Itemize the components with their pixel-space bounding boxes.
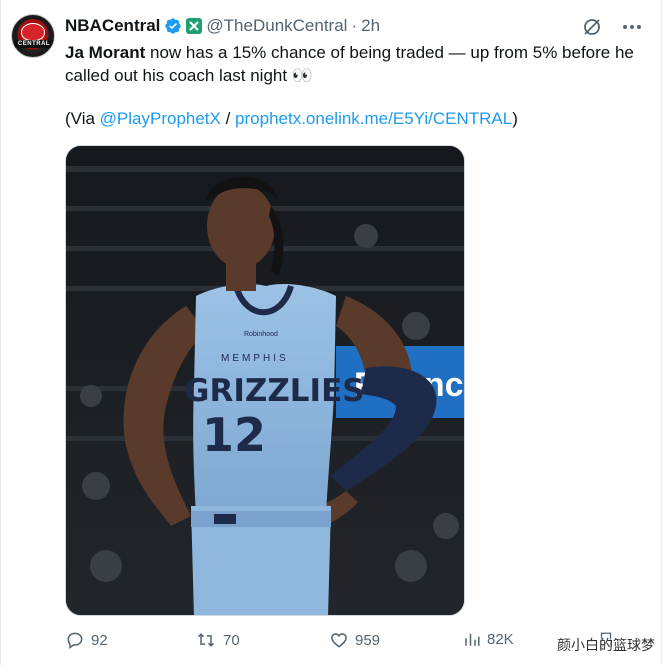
tweet-photo[interactable]: Finance MEMPHIS GRIZZLIES 12 Robinhood (65, 145, 465, 616)
like-button[interactable]: 959 (329, 630, 380, 650)
separator-dot: · (351, 16, 358, 35)
via-suffix: ) (512, 109, 518, 128)
views-chart-icon (465, 633, 480, 646)
repost-count: 70 (223, 631, 240, 649)
verified-badge-icon (165, 18, 182, 34)
jersey-sponsor-text: Robinhood (244, 331, 278, 338)
affiliate-badge-icon[interactable] (186, 18, 203, 34)
jersey-team-text: GRIZZLIES (184, 373, 365, 409)
via-prefix: (Via (65, 109, 100, 128)
post-time[interactable]: 2h (361, 16, 380, 36)
reply-button[interactable]: 92 (65, 630, 108, 650)
display-name[interactable]: NBACentral (65, 16, 160, 36)
account-handle[interactable]: @TheDunkCentral (206, 16, 347, 36)
tweet-top-actions (581, 16, 643, 38)
views-button[interactable]: 82K (463, 630, 514, 648)
reply-icon (67, 632, 83, 649)
tweet-header: NBACentral @TheDunkCentral · 2h (65, 14, 380, 38)
tweet-source-line: (Via @PlayProphetX / prophetx.onelink.me… (65, 109, 518, 129)
views-count: 82K (487, 630, 514, 648)
avatar-banner: CENTRAL (14, 40, 54, 48)
tweet-card: CENTRAL NBACentral @TheDunkCentral · 2h … (0, 0, 662, 665)
mentioned-player-name: Ja Morant (65, 43, 146, 62)
jersey-city-text: MEMPHIS (221, 353, 289, 364)
mention-link[interactable]: @PlayProphetX (100, 109, 221, 128)
grok-icon[interactable] (581, 16, 603, 38)
repost-icon (197, 633, 215, 647)
basketball-logo-icon (21, 23, 45, 41)
tweet-body: now has a 15% chance of being traded — u… (65, 43, 634, 85)
jersey-number-text: 12 (202, 408, 266, 462)
heart-icon (331, 633, 347, 648)
reply-count: 92 (91, 631, 108, 649)
like-count: 959 (355, 631, 381, 649)
watermark-text: 颜小白的篮球梦 (557, 637, 655, 653)
tweet-text: Ja Morant now has a 15% chance of being … (65, 42, 650, 87)
via-separator: / (220, 109, 236, 128)
profile-avatar[interactable]: CENTRAL (11, 14, 55, 58)
more-options-icon[interactable] (621, 16, 643, 38)
repost-button[interactable]: 70 (195, 630, 240, 650)
external-link[interactable]: prophetx.onelink.me/E5Yi/CENTRAL (235, 109, 512, 128)
player-photo-illustration: Finance MEMPHIS GRIZZLIES 12 Robinhood (66, 146, 464, 615)
